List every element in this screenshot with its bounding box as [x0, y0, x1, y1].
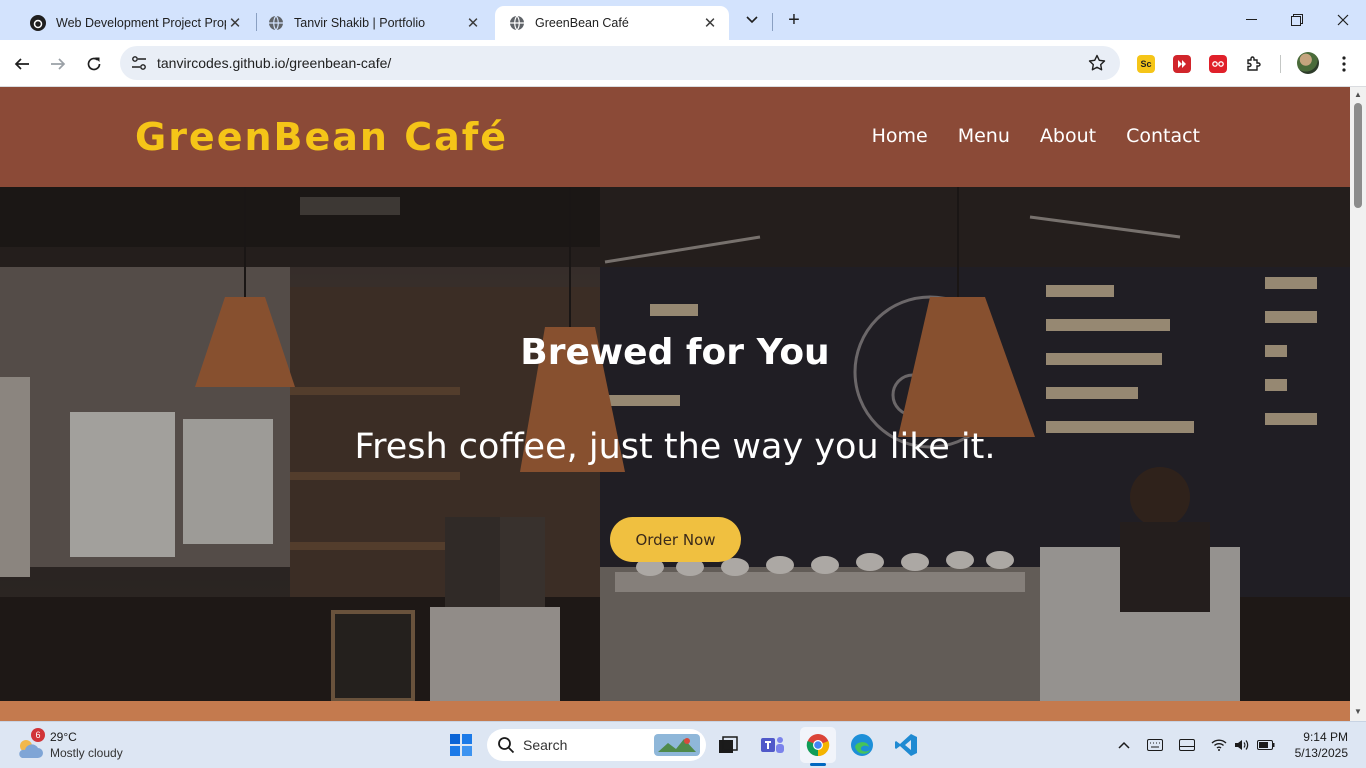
close-icon[interactable]: ✕	[701, 14, 719, 32]
site-nav: Home Menu About Contact	[872, 125, 1200, 147]
profile-avatar[interactable]	[1297, 52, 1319, 74]
reload-button[interactable]	[79, 49, 109, 79]
tab-search-chevron-icon[interactable]	[740, 8, 764, 32]
tab-portfolio[interactable]: Tanvir Shakib | Portfolio ✕	[254, 6, 492, 40]
nav-menu-link[interactable]: Menu	[958, 125, 1010, 147]
bookmark-star-icon[interactable]	[1088, 54, 1106, 72]
hero-section: Brewed for You Fresh coffee, just the wa…	[0, 187, 1350, 701]
weather-badge: 6	[31, 728, 45, 742]
forward-button[interactable]	[43, 49, 73, 79]
tab-title: GreenBean Café	[535, 16, 629, 30]
show-hidden-icons-chevron[interactable]	[1115, 737, 1133, 753]
tab-title: Tanvir Shakib | Portfolio	[294, 16, 426, 30]
skip-extension-icon[interactable]	[1173, 55, 1191, 73]
site-info-icon[interactable]	[128, 52, 150, 74]
extensions-puzzle-icon[interactable]	[1245, 55, 1263, 73]
search-highlight-icon	[654, 734, 700, 756]
windows-start-icon[interactable]	[443, 727, 479, 763]
sc-extension-icon[interactable]: Sc	[1137, 55, 1155, 73]
nav-contact-link[interactable]: Contact	[1126, 125, 1200, 147]
wifi-icon[interactable]	[1210, 737, 1228, 753]
order-now-button[interactable]: Order Now	[610, 517, 741, 562]
rec-extension-icon[interactable]	[1209, 55, 1227, 73]
scrollbar-thumb[interactable]	[1354, 103, 1362, 208]
browser-tab-strip: Web Development Project Prop ✕ Tanvir Sh…	[0, 0, 1366, 40]
toolbar-divider	[1280, 55, 1281, 73]
display-icon[interactable]	[1178, 737, 1196, 753]
system-clock[interactable]: 9:14 PM 5/13/2025	[1295, 729, 1348, 761]
globe-icon	[509, 15, 525, 31]
tab-divider	[772, 13, 773, 31]
tab-title: Web Development Project Prop	[56, 16, 226, 30]
site-header: GreenBean Café Home Menu About Contact	[0, 87, 1350, 187]
volume-icon[interactable]	[1233, 737, 1251, 753]
site-logo[interactable]: GreenBean Café	[135, 115, 508, 159]
weather-temp: 29°C	[50, 730, 77, 744]
close-icon[interactable]: ✕	[464, 14, 482, 32]
back-button[interactable]	[7, 49, 37, 79]
close-icon[interactable]: ✕	[226, 14, 244, 32]
minimize-button[interactable]	[1228, 0, 1274, 40]
search-icon	[498, 737, 515, 754]
windows-taskbar: 6 29°C Mostly cloudy Search 9:14 PM 5/13…	[0, 721, 1366, 768]
keyboard-icon[interactable]	[1146, 737, 1164, 753]
url-text: tanvircodes.github.io/greenbean-cafe/	[157, 55, 392, 71]
teams-icon[interactable]	[755, 727, 791, 763]
browser-toolbar: tanvircodes.github.io/greenbean-cafe/ Sc	[0, 40, 1366, 87]
tab-web-development[interactable]: Web Development Project Prop ✕	[16, 6, 254, 40]
close-window-button[interactable]	[1320, 0, 1366, 40]
browser-menu-icon[interactable]	[1335, 55, 1353, 73]
vscode-icon[interactable]	[888, 727, 924, 763]
nav-home-link[interactable]: Home	[872, 125, 928, 147]
clock-date: 5/13/2025	[1294, 746, 1348, 760]
page-viewport: GreenBean Café Home Menu About Contact B…	[0, 87, 1366, 721]
new-tab-plus-icon[interactable]: +	[782, 8, 806, 32]
edge-icon[interactable]	[844, 727, 880, 763]
weather-desc: Mostly cloudy	[50, 746, 123, 760]
search-placeholder: Search	[523, 737, 568, 753]
tab-greenbean[interactable]: GreenBean Café ✕	[495, 6, 729, 40]
globe-icon	[268, 15, 284, 31]
hero-title: Brewed for You	[520, 332, 830, 373]
active-app-indicator	[810, 763, 826, 766]
scroll-up-arrow-icon[interactable]: ▲	[1353, 90, 1363, 100]
scroll-down-arrow-icon[interactable]: ▼	[1353, 707, 1363, 717]
taskbar-search-box[interactable]: Search	[487, 729, 706, 761]
openai-icon	[30, 15, 46, 31]
hero-subtitle: Fresh coffee, just the way you like it.	[354, 427, 996, 467]
clock-time: 9:14 PM	[1303, 730, 1348, 744]
page-scrollbar[interactable]: ▲ ▼	[1350, 87, 1366, 721]
chrome-icon[interactable]	[800, 727, 836, 766]
next-section-edge	[0, 701, 1350, 721]
battery-icon[interactable]	[1257, 737, 1275, 753]
nav-about-link[interactable]: About	[1040, 125, 1096, 147]
task-view-icon[interactable]	[710, 727, 746, 763]
weather-widget[interactable]: 6 29°C Mostly cloudy	[14, 728, 154, 764]
restore-button[interactable]	[1274, 0, 1320, 40]
address-bar[interactable]: tanvircodes.github.io/greenbean-cafe/	[120, 46, 1120, 80]
